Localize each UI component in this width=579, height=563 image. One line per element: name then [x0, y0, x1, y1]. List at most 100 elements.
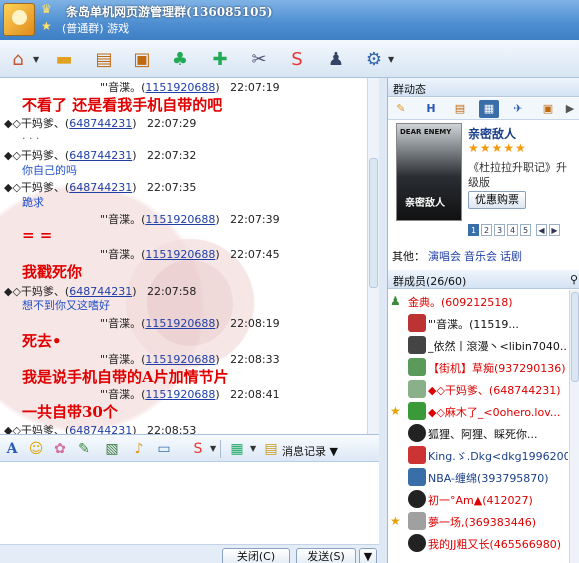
buy-ticket-button[interactable]: 优惠购票	[468, 191, 526, 209]
message-text: 死去•	[22, 332, 62, 350]
sender-id-link[interactable]: 648744231	[69, 117, 132, 130]
link-music-concert[interactable]: 音乐会	[464, 250, 497, 263]
tab-travel[interactable]: ✈	[508, 100, 528, 118]
tab-bulletin[interactable]: ✎	[391, 100, 411, 118]
scrollbar-thumb[interactable]	[369, 158, 378, 288]
sender-id-link[interactable]: 648744231	[69, 181, 132, 194]
member-item[interactable]: 我的JJ粗又长(465566980)	[388, 532, 568, 554]
window-icon[interactable]: ▣	[128, 45, 156, 73]
folder-icon[interactable]: ▬	[50, 45, 78, 73]
member-item[interactable]: ★ 夢一场,(369383446)	[388, 510, 568, 532]
message-record-icon[interactable]: ▤	[262, 440, 280, 458]
avatar	[408, 490, 426, 508]
emoji-icon[interactable]: ☺	[27, 440, 45, 458]
right-panel: 群动态 ✎ H ▤ ▦ ✈ ▣ ▶ 亲密敌人 ★★★★★ 《杜拉拉升职记》升级版…	[387, 78, 579, 563]
add-icon[interactable]: ✚	[206, 45, 234, 73]
chevron-down-icon[interactable]: ▼	[210, 444, 216, 453]
tools-icon[interactable]: ✂	[245, 45, 273, 73]
admin-star-icon: ★	[390, 514, 401, 528]
message-input[interactable]	[0, 462, 379, 544]
sender-id-link[interactable]: 1151920688	[145, 248, 215, 261]
members-header: 群成员(26/60) ⚲	[388, 270, 579, 289]
tabs-scroll-right[interactable]: ▶	[560, 100, 579, 118]
font-icon[interactable]: A	[3, 440, 21, 458]
member-item[interactable]: 【街机】草痴(937290136)	[388, 356, 568, 378]
screenshot-icon[interactable]: ▭	[155, 440, 173, 458]
chat-history[interactable]: "'音渫。(1151920688) 22:07:19 不看了 还是看我手机自带的…	[0, 78, 367, 434]
member-item[interactable]: 狐狸、阿狸、睬死你...	[388, 422, 568, 444]
owner-icon: ♟	[390, 294, 401, 308]
panel-splitter[interactable]	[379, 78, 387, 563]
sogou-icon[interactable]: S	[283, 45, 311, 73]
member-item[interactable]: _依然丨滾漫丶<libin7040...	[388, 334, 568, 356]
image-icon[interactable]: ▧	[103, 440, 121, 458]
message-header: "'音渫。(1151920688) 22:08:19	[100, 317, 280, 330]
chevron-down-icon[interactable]: ▼	[33, 55, 39, 64]
home-icon[interactable]: ⌂	[4, 45, 32, 73]
member-item[interactable]: King.ゞ.Dkg<dkg19962008...	[388, 444, 568, 466]
music-icon[interactable]: ♪	[130, 440, 148, 458]
close-button[interactable]: 关闭(C)	[222, 548, 290, 563]
message-text: 跪求	[22, 196, 44, 209]
link-concert[interactable]: 演唱会	[428, 250, 461, 263]
message-header: "'音渫。(1151920688) 22:08:41	[100, 388, 280, 401]
sender-id-link[interactable]: 648744231	[69, 149, 132, 162]
prev-page-button[interactable]: ◀	[536, 224, 547, 236]
members-scrollbar[interactable]	[569, 290, 579, 563]
member-item[interactable]: "'音渫。(11519...	[388, 312, 568, 334]
message-text: 一共自带30个	[22, 403, 118, 421]
tab-album[interactable]: ▤	[450, 100, 470, 118]
member-item[interactable]: NBA-缠绵(393795870)	[388, 466, 568, 488]
scrollbar-thumb[interactable]	[571, 292, 579, 382]
movie-poster[interactable]	[396, 123, 462, 221]
page-2[interactable]: 2	[481, 224, 492, 236]
sogou-input-icon[interactable]: S	[189, 440, 207, 458]
member-item[interactable]: ◆◇干妈爹、(648744231)	[388, 378, 568, 400]
message-text: 想不到你又这嗜好	[22, 299, 110, 312]
pencil-icon[interactable]: ✎	[75, 440, 93, 458]
next-page-button[interactable]: ▶	[549, 224, 560, 236]
avatar	[408, 446, 426, 464]
chat-scrollbar[interactable]	[367, 78, 379, 434]
sender-id-link[interactable]: 1151920688	[145, 81, 215, 94]
sender-id-link[interactable]: 1151920688	[145, 353, 215, 366]
sender-id-link[interactable]: 1151920688	[145, 317, 215, 330]
rating-stars: ★★★★★	[468, 141, 527, 155]
search-icon[interactable]: ⚲	[570, 273, 578, 286]
member-item[interactable]: 初一°Am▲(412027)	[388, 488, 568, 510]
more-tools-icon[interactable]: ▦	[228, 440, 246, 458]
sender-id-link[interactable]: 1151920688	[145, 388, 215, 401]
page-5[interactable]: 5	[520, 224, 531, 236]
message-header: "'音渫。(1151920688) 22:07:45	[100, 248, 280, 261]
sender-id-link[interactable]: 1151920688	[145, 213, 215, 226]
member-item[interactable]: ♟ 金典。(609212518)	[388, 290, 568, 312]
window-title: 条岛单机网页游管理群(136085105)	[66, 5, 273, 19]
page-1[interactable]: 1	[468, 224, 479, 236]
message-text: 我戳死你	[22, 263, 83, 281]
tab-game[interactable]: ▣	[538, 100, 558, 118]
sender-id-link[interactable]: 648744231	[69, 424, 132, 434]
send-button[interactable]: 发送(S)	[296, 548, 356, 563]
tab-home[interactable]: H	[421, 100, 441, 118]
page-3[interactable]: 3	[494, 224, 505, 236]
group-avatar[interactable]	[3, 3, 35, 36]
members-icon[interactable]: ♣	[166, 45, 194, 73]
album-icon[interactable]: ▤	[90, 45, 118, 73]
chevron-down-icon[interactable]: ▼	[250, 444, 256, 453]
person-icon[interactable]: ♟	[322, 45, 350, 73]
chevron-down-icon[interactable]: ▼	[388, 55, 394, 64]
title-bar: ♛ 条岛单机网页游管理群(136085105) ★ (普通群) 游戏	[0, 0, 579, 40]
movie-title[interactable]: 亲密敌人	[468, 125, 516, 142]
magic-icon[interactable]: ✿	[51, 440, 69, 458]
tab-movie[interactable]: ▦	[479, 100, 499, 118]
send-options-button[interactable]: ▼	[359, 548, 377, 563]
link-drama[interactable]: 话剧	[500, 250, 522, 263]
message-record-button[interactable]: 消息记录 ▼	[282, 443, 338, 459]
settings-icon[interactable]: ⚙	[360, 45, 388, 73]
admin-star-icon: ★	[390, 404, 401, 418]
avatar	[408, 358, 426, 376]
page-4[interactable]: 4	[507, 224, 518, 236]
avatar	[408, 534, 426, 552]
star-icon: ★	[41, 19, 52, 33]
member-item[interactable]: ★ ◆◇麻木了_<0ohero.lov...	[388, 400, 568, 422]
